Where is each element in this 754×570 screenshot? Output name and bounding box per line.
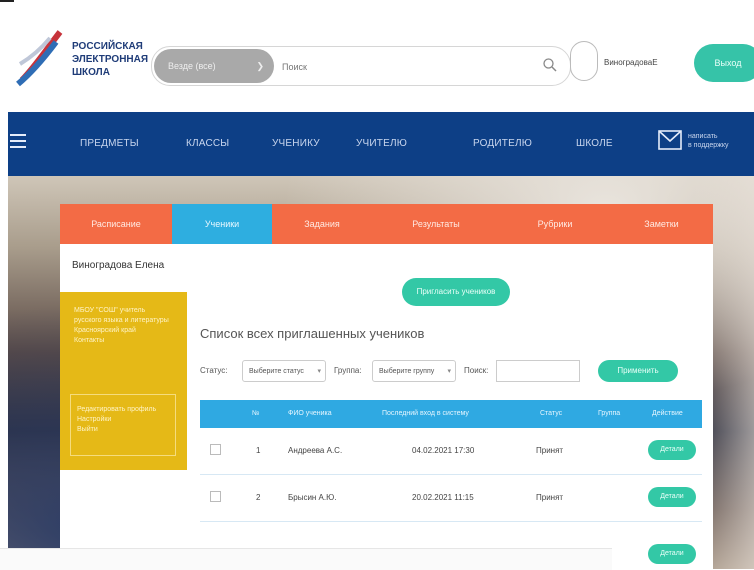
teacher-name: Виноградова Елена [72, 260, 165, 271]
tab-assignments[interactable]: Задания [272, 204, 372, 244]
search-bar: Везде (все) ❯ [151, 46, 571, 86]
status-filter-select[interactable]: Выберите статус ▾ [242, 360, 326, 382]
logout-button[interactable]: Выход [694, 44, 754, 82]
student-search-input[interactable] [496, 360, 580, 382]
row-checkbox[interactable] [210, 444, 221, 455]
nav-item-school[interactable]: ШКОЛЕ [576, 138, 613, 149]
profile-info-text: МБОУ "СОШ" учитель русского языка и лите… [74, 307, 169, 334]
profile-panel: МБОУ "СОШ" учитель русского языка и лите… [60, 292, 187, 470]
row-last-login: 04.02.2021 17:30 [412, 446, 475, 455]
col-group: Группа [598, 410, 621, 417]
user-name[interactable]: ВиноградоваЕ [604, 58, 658, 67]
settings-link[interactable]: Настройки [77, 415, 156, 425]
table-row: 1 Андреева А.С. 04.02.2021 17:30 Принят … [200, 428, 702, 475]
row-number: 1 [256, 446, 261, 455]
menu-icon[interactable] [10, 134, 26, 148]
nav-item-parent[interactable]: РОДИТЕЛЮ [473, 138, 532, 149]
site-logo[interactable]: РОССИЙСКАЯ ЭЛЕКТРОННАЯ ШКОЛА [16, 20, 156, 95]
details-button[interactable]: Детали [648, 440, 696, 460]
logo-line-3: ШКОЛА [72, 67, 110, 78]
avatar[interactable] [570, 41, 598, 81]
col-last-login: Последний вход в систему [382, 410, 469, 417]
main-nav: ПРЕДМЕТЫ КЛАССЫ УЧЕНИКУ УЧИТЕЛЮ РОДИТЕЛЮ… [8, 112, 754, 176]
row-number: 2 [256, 493, 261, 502]
chevron-down-icon: ▾ [317, 368, 321, 375]
apply-filter-button[interactable]: Применить [598, 360, 678, 382]
tab-notes[interactable]: Заметки [610, 204, 713, 244]
nav-item-teacher[interactable]: УЧИТЕЛЮ [356, 138, 407, 149]
list-title: Список всех приглашенных учеников [200, 326, 425, 341]
logo-line-1: РОССИЙСКАЯ [72, 41, 143, 52]
tab-rubrics[interactable]: Рубрики [500, 204, 610, 244]
row-checkbox[interactable] [210, 491, 221, 502]
search-scope-value: Везде (все) [168, 61, 216, 71]
chevron-down-icon: ▾ [447, 368, 451, 375]
row-status: Принят [536, 446, 564, 455]
nav-item-classes[interactable]: КЛАССЫ [186, 138, 229, 149]
col-status: Статус [540, 410, 563, 417]
tab-results[interactable]: Результаты [372, 204, 500, 244]
row-last-login: 20.02.2021 11:15 [412, 493, 474, 502]
group-filter-label: Группа: [334, 366, 362, 375]
profile-info: МБОУ "СОШ" учитель русского языка и лите… [74, 306, 174, 346]
group-filter-select[interactable]: Выберите группу ▾ [372, 360, 456, 382]
support-link-line-1: написать [688, 133, 718, 140]
nav-item-subjects[interactable]: ПРЕДМЕТЫ [80, 138, 139, 149]
table-row: 2 Брысин А.Ю. 20.02.2021 11:15 Принят Де… [200, 475, 702, 522]
students-panel: Расписание Ученики Задания Результаты Ру… [60, 204, 713, 569]
status-filter-label: Статус: [200, 366, 228, 375]
logout-link[interactable]: Выйти [77, 425, 156, 435]
tab-bar: Расписание Ученики Задания Результаты Ру… [60, 204, 713, 244]
tab-schedule[interactable]: Расписание [60, 204, 172, 244]
logo-line-2: ЭЛЕКТРОННАЯ [72, 54, 149, 65]
row-name: Андреева А.С. [288, 446, 343, 455]
search-icon[interactable] [542, 57, 558, 73]
invite-students-button[interactable]: Пригласить учеников [402, 278, 510, 306]
profile-actions: Редактировать профиль Настройки Выйти [70, 394, 176, 456]
search-filter-label: Поиск: [464, 366, 489, 375]
tab-students[interactable]: Ученики [172, 204, 272, 244]
logo-emblem-icon [16, 30, 63, 87]
support-link[interactable]: написать в поддержку [688, 132, 728, 150]
search-input[interactable] [280, 49, 524, 85]
mail-icon[interactable] [658, 130, 682, 150]
col-number: № [252, 410, 260, 417]
col-action: Действие [652, 410, 683, 417]
corner-mark [0, 0, 14, 2]
logo-text: РОССИЙСКАЯ ЭЛЕКТРОННАЯ ШКОЛА [72, 40, 148, 79]
support-link-line-2: в поддержку [688, 142, 729, 149]
site-header: РОССИЙСКАЯ ЭЛЕКТРОННАЯ ШКОЛА Везде (все)… [8, 8, 754, 112]
profile-contacts[interactable]: Контакты [74, 336, 174, 346]
group-filter-value: Выберите группу [379, 368, 435, 375]
nav-item-student[interactable]: УЧЕНИКУ [272, 138, 320, 149]
filters-row: Статус: Выберите статус ▾ Группа: Выбери… [200, 360, 700, 384]
status-filter-value: Выберите статус [249, 368, 304, 375]
details-button[interactable]: Детали [648, 487, 696, 507]
row-name: Брысин А.Ю. [288, 493, 337, 502]
bottom-overlay [0, 548, 612, 570]
students-table: № ФИО ученика Последний вход в систему С… [200, 400, 702, 522]
row-status: Принят [536, 493, 564, 502]
edit-profile-link[interactable]: Редактировать профиль [77, 405, 156, 415]
chevron-down-icon: ❯ [256, 61, 264, 71]
details-button[interactable]: Детали [648, 544, 696, 564]
table-header: № ФИО ученика Последний вход в систему С… [200, 400, 702, 428]
search-scope-select[interactable]: Везде (все) ❯ [154, 49, 274, 83]
col-name: ФИО ученика [288, 410, 332, 417]
